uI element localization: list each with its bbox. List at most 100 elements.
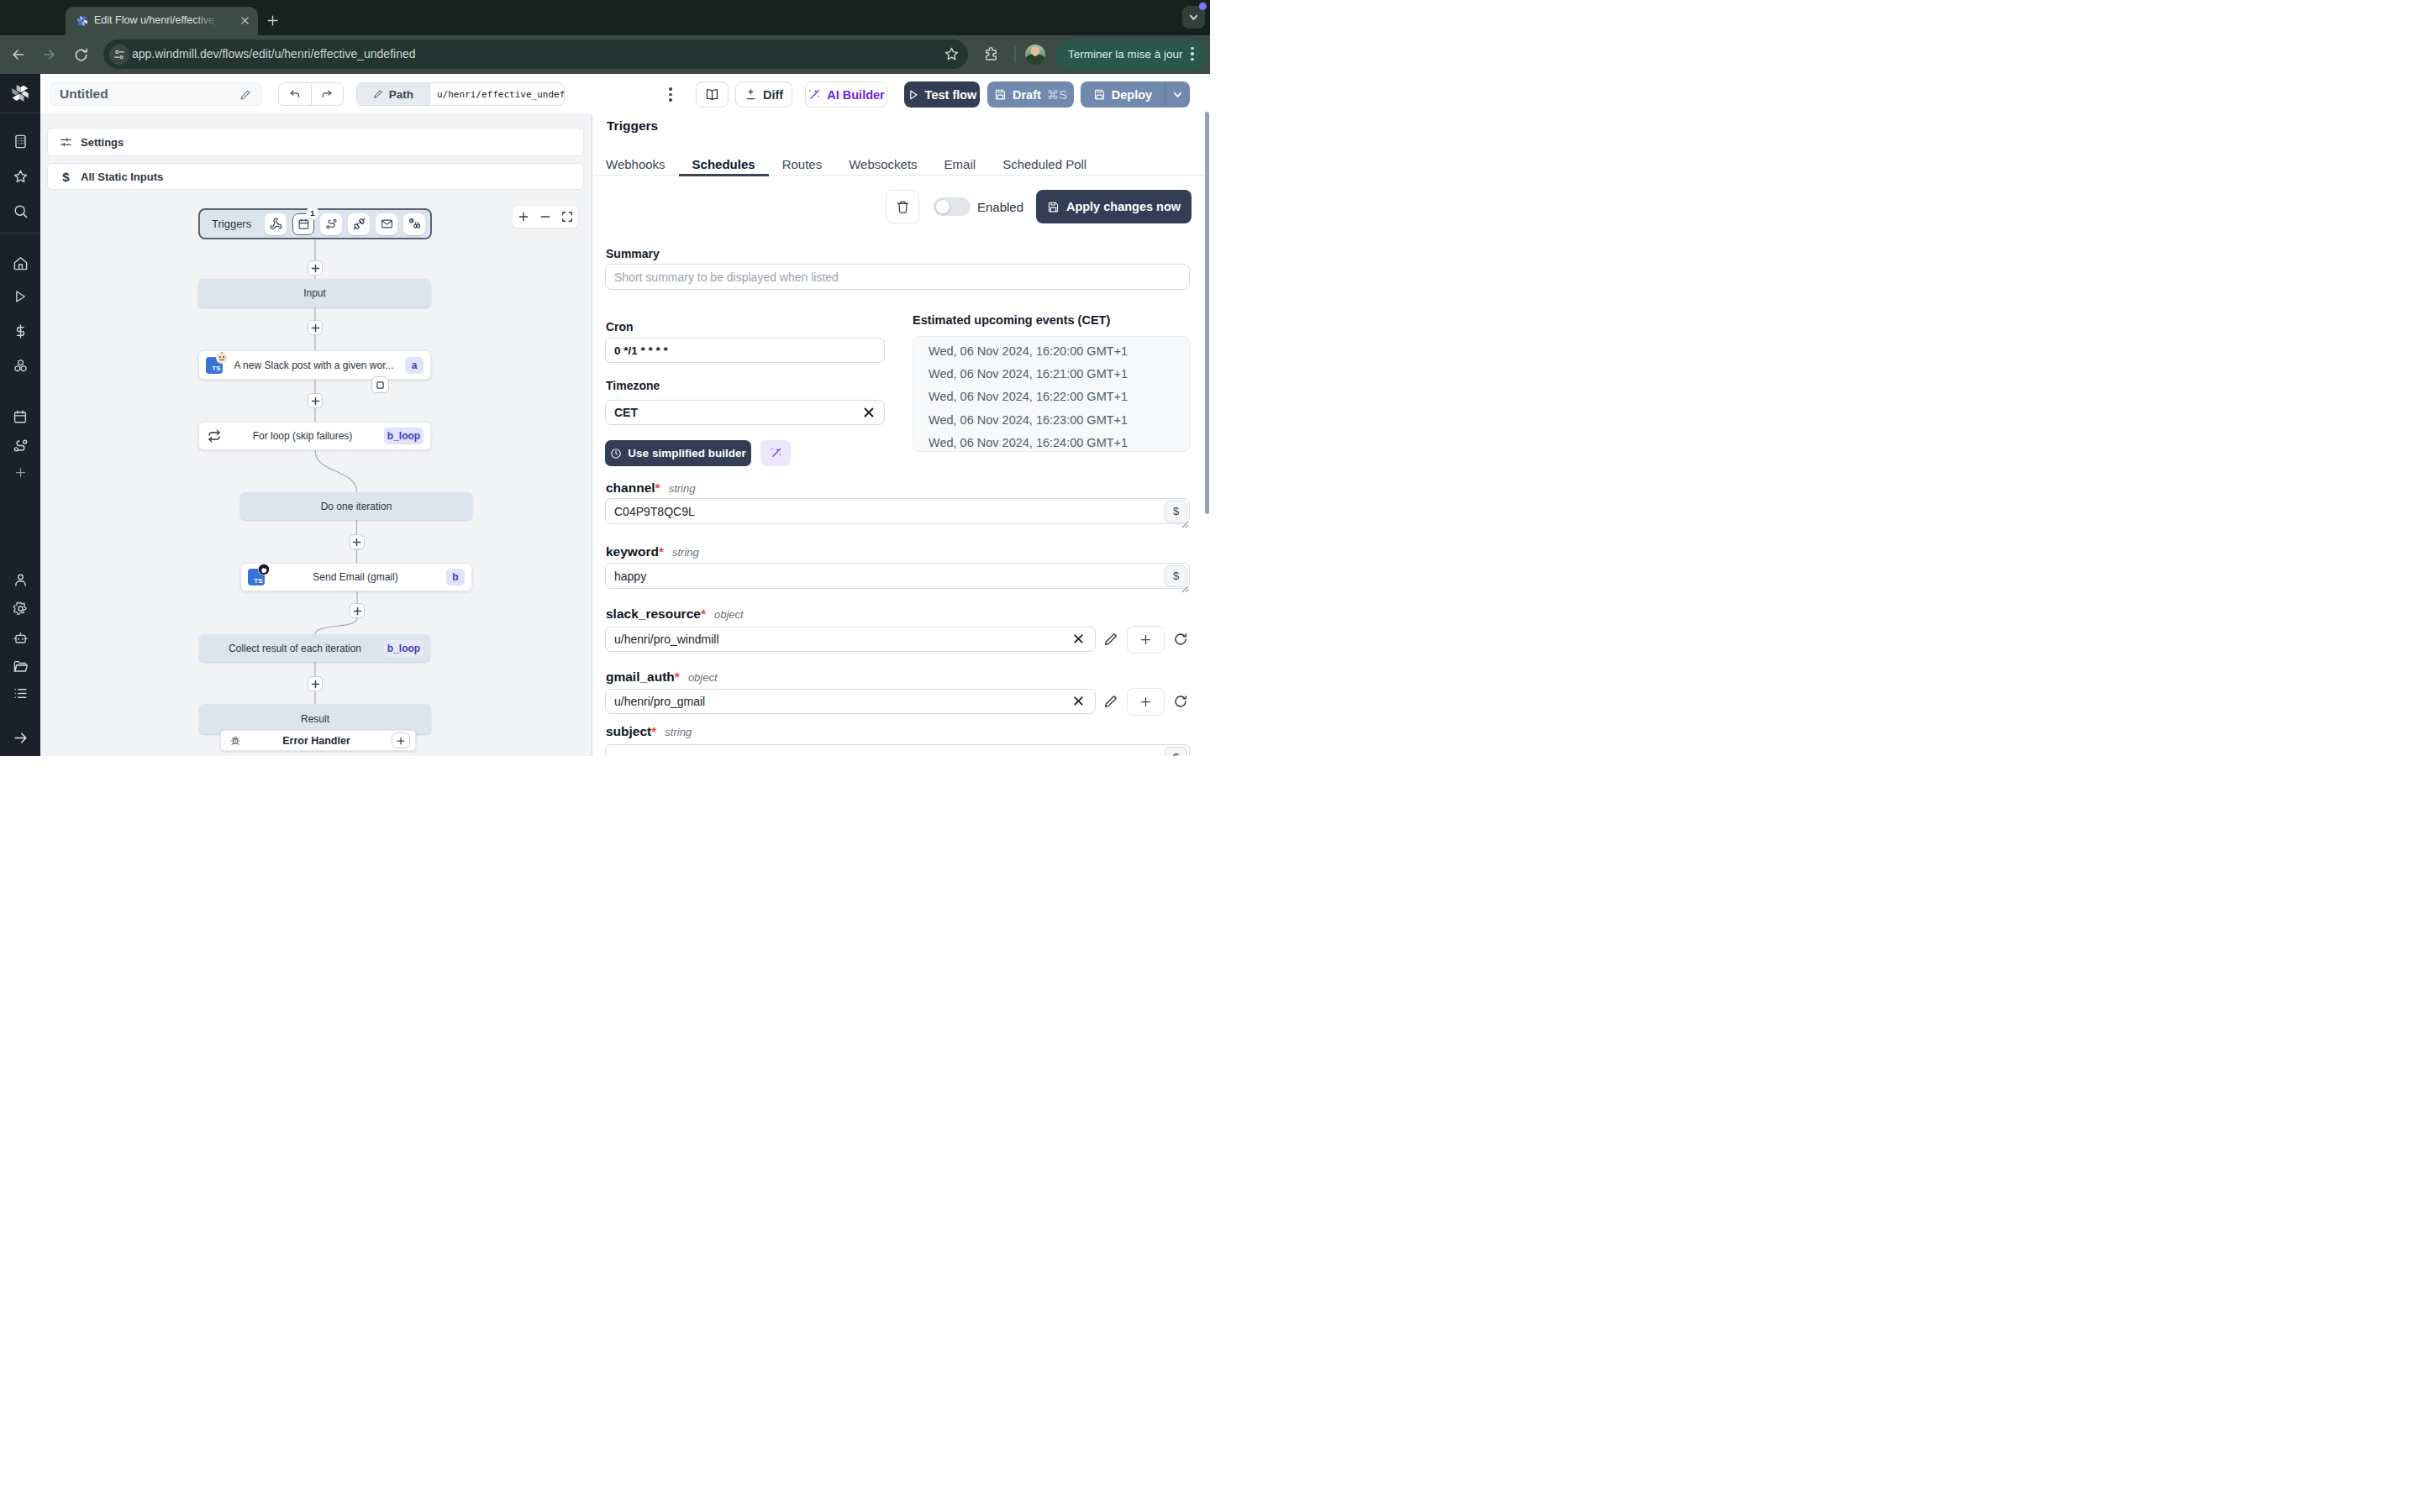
edit-name-pencil-icon[interactable] <box>239 89 251 101</box>
add-step-button[interactable] <box>350 603 365 618</box>
sidebar-item-runs[interactable] <box>0 284 40 309</box>
tab-webhooks[interactable]: Webhooks <box>592 153 679 175</box>
clear-resource-icon[interactable] <box>1073 696 1084 706</box>
windmill-logo[interactable] <box>0 81 40 106</box>
scheduled-poll-trigger-button[interactable] <box>403 213 425 235</box>
sidebar-expand[interactable] <box>0 725 40 750</box>
sidebar-item-audit-logs[interactable] <box>0 680 40 706</box>
resize-grip-icon[interactable] <box>1181 585 1189 593</box>
triggers-node[interactable]: Triggers 1 <box>198 208 432 239</box>
input-node[interactable]: Input <box>198 279 431 307</box>
tab-scheduled-poll[interactable]: Scheduled Poll <box>989 153 1100 175</box>
add-step-button[interactable] <box>308 676 323 691</box>
sidebar-item-favorites[interactable] <box>0 164 40 189</box>
slack-resource-input[interactable] <box>605 627 1096 652</box>
edit-resource-pencil-icon[interactable] <box>1103 694 1118 709</box>
add-step-button[interactable] <box>350 534 365 549</box>
browser-tab[interactable]: Edit Flow u/henri/effective_un <box>66 7 258 35</box>
sidebar-item-folders[interactable] <box>0 654 40 679</box>
apply-changes-button[interactable]: Apply changes now <box>1036 190 1192 223</box>
test-flow-button[interactable]: Test flow <box>904 81 980 108</box>
email-trigger-button[interactable] <box>376 213 397 235</box>
webhook-trigger-button[interactable] <box>265 213 287 235</box>
summary-input[interactable] <box>605 264 1190 290</box>
more-options-kebab-icon[interactable] <box>664 81 677 108</box>
sidebar-item-flows[interactable] <box>0 433 40 458</box>
sidebar-item-add[interactable] <box>0 459 40 485</box>
diff-button[interactable]: Diff <box>735 81 792 108</box>
collect-result-node[interactable]: Collect result of each iteration b_loop <box>199 634 430 662</box>
sidebar-item-settings[interactable] <box>0 596 40 621</box>
sidebar-item-schedules[interactable] <box>0 404 40 429</box>
error-handler-node[interactable]: Error Handler <box>220 730 416 751</box>
refresh-resource-icon[interactable] <box>1173 694 1188 709</box>
new-tab-icon[interactable] <box>267 15 278 26</box>
deploy-button[interactable]: Deploy <box>1081 81 1190 108</box>
sidebar-item-resources[interactable] <box>0 353 40 378</box>
panel-scrollbar-thumb[interactable] <box>1205 112 1210 514</box>
forloop-node[interactable]: For loop (skip failures) b_loop <box>198 422 431 450</box>
route-trigger-button[interactable] <box>320 213 342 235</box>
site-settings-button[interactable] <box>109 45 129 65</box>
gmail-auth-input[interactable] <box>605 689 1096 714</box>
profile-avatar[interactable] <box>1025 45 1045 65</box>
back-icon[interactable] <box>11 47 26 62</box>
ai-cron-button[interactable] <box>760 440 791 466</box>
slack-step-node[interactable]: TS A new Slack post with a given wor... … <box>198 350 431 380</box>
sidebar-item-workspace[interactable] <box>0 129 40 154</box>
tab-email[interactable]: Email <box>931 153 990 175</box>
edit-resource-pencil-icon[interactable] <box>1103 632 1118 647</box>
tab-close-icon[interactable] <box>240 16 250 25</box>
tab-routes[interactable]: Routes <box>769 153 836 175</box>
bookmark-star-icon[interactable] <box>944 46 960 62</box>
insert-variable-button[interactable]: $ <box>1165 565 1187 587</box>
reload-icon[interactable] <box>73 47 89 63</box>
refresh-resource-icon[interactable] <box>1173 632 1188 647</box>
clear-timezone-icon[interactable] <box>863 407 875 418</box>
redo-button[interactable] <box>311 83 343 105</box>
delete-schedule-button[interactable] <box>886 190 919 223</box>
flow-name-field[interactable]: Untitled <box>50 82 262 106</box>
timezone-input[interactable] <box>605 400 885 425</box>
ai-builder-button[interactable]: AI Builder <box>805 81 887 108</box>
do-one-iteration-node[interactable]: Do one iteration <box>240 492 472 520</box>
undo-button[interactable] <box>279 83 311 105</box>
finish-update-button[interactable]: Terminer la mise à jour <box>1055 39 1207 70</box>
simplified-builder-button[interactable]: Use simplified builder <box>605 440 751 466</box>
flow-canvas[interactable]: Settings $ All Static Inputs Triggers <box>40 115 592 756</box>
sidebar-item-search[interactable] <box>0 198 40 223</box>
keyword-input[interactable] <box>605 563 1190 589</box>
add-resource-button[interactable] <box>1127 626 1165 654</box>
deploy-dropdown[interactable] <box>1165 89 1190 100</box>
add-step-button[interactable] <box>308 260 323 276</box>
sidebar-item-workers[interactable] <box>0 625 40 650</box>
send-email-node[interactable]: TS Send Email (gmail) b <box>240 563 472 591</box>
sidebar-item-account[interactable] <box>0 567 40 592</box>
path-label-segment[interactable]: Path <box>357 83 430 105</box>
schedule-trigger-button[interactable]: 1 <box>292 213 314 235</box>
extensions-icon[interactable] <box>983 46 999 62</box>
add-step-button[interactable] <box>308 393 323 408</box>
sidebar-item-variables[interactable] <box>0 318 40 344</box>
clear-resource-icon[interactable] <box>1073 633 1084 644</box>
enabled-toggle[interactable] <box>934 197 971 216</box>
add-error-handler-button[interactable] <box>392 732 410 748</box>
pin-step-button[interactable] <box>371 376 389 393</box>
add-resource-button[interactable] <box>1127 688 1165 716</box>
path-input[interactable]: u/henri/effective_undef <box>430 83 564 105</box>
add-step-button[interactable] <box>308 320 323 335</box>
websocket-trigger-button[interactable] <box>348 213 370 235</box>
resize-grip-icon[interactable] <box>1181 521 1189 528</box>
url-bar[interactable]: app.windmill.dev/flows/edit/u/henri/effe… <box>103 39 968 69</box>
tab-schedules[interactable]: Schedules <box>679 153 769 175</box>
subject-input[interactable] <box>605 744 1190 756</box>
insert-variable-button[interactable]: $ <box>1165 501 1187 522</box>
draft-button[interactable]: Draft ⌘S <box>987 81 1074 108</box>
docs-button[interactable] <box>696 81 729 108</box>
insert-variable-button[interactable]: $ <box>1165 747 1187 757</box>
forward-icon[interactable] <box>41 47 56 62</box>
chrome-menu-kebab-icon[interactable] <box>1186 41 1199 67</box>
sidebar-item-home[interactable] <box>0 250 40 276</box>
tab-websockets[interactable]: Websockets <box>835 153 930 175</box>
channel-input[interactable] <box>605 498 1190 524</box>
